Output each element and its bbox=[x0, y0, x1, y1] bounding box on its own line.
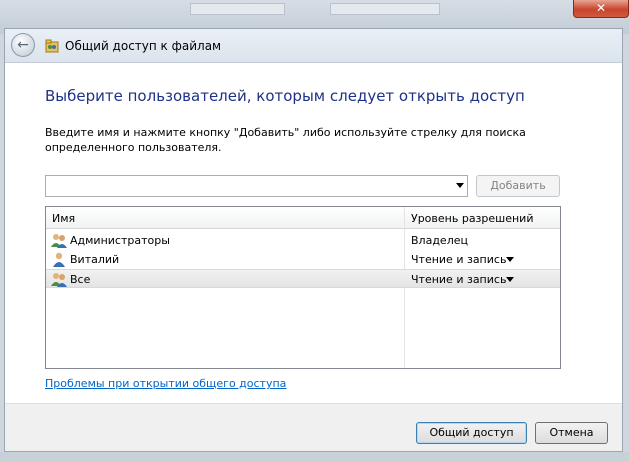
users-permissions-list[interactable]: Имя Уровень разрешений Администраторы Вл… bbox=[45, 206, 561, 369]
column-header-permission[interactable]: Уровень разрешений bbox=[411, 212, 533, 225]
chevron-down-icon[interactable] bbox=[456, 183, 464, 188]
chevron-down-icon[interactable] bbox=[506, 277, 514, 282]
close-icon: ✕ bbox=[595, 1, 607, 15]
sharing-help-link[interactable]: Проблемы при открытии общего доступа bbox=[45, 377, 286, 390]
list-item-administrators[interactable]: Администраторы Владелец bbox=[46, 231, 560, 250]
page-heading: Выберите пользователей, которым следует … bbox=[45, 87, 525, 105]
dialog-title: Общий доступ к файлам bbox=[65, 39, 222, 53]
share-folder-icon bbox=[45, 39, 59, 53]
dialog-titlebar: ← Общий доступ к файлам bbox=[5, 29, 622, 63]
permission-level: Владелец bbox=[411, 234, 468, 247]
background-tab bbox=[190, 3, 285, 15]
cancel-button[interactable]: Отмена bbox=[535, 422, 608, 444]
background-tab bbox=[330, 3, 440, 15]
user-name-combobox[interactable] bbox=[45, 175, 468, 197]
share-button[interactable]: Общий доступ bbox=[416, 422, 527, 444]
chevron-down-icon[interactable] bbox=[506, 257, 514, 262]
dialog-footer: Общий доступ Отмена bbox=[5, 403, 622, 451]
group-icon bbox=[51, 234, 67, 248]
column-header-name[interactable]: Имя bbox=[52, 212, 75, 225]
back-button[interactable]: ← bbox=[11, 33, 35, 57]
instruction-text: Введите имя и нажмите кнопку "Добавить" … bbox=[45, 126, 526, 154]
permission-level[interactable]: Чтение и запись bbox=[411, 273, 506, 286]
list-item-vitaliy[interactable]: Виталий Чтение и запись bbox=[46, 250, 560, 269]
list-item-name: Виталий bbox=[70, 253, 120, 266]
group-icon bbox=[51, 273, 67, 287]
list-item-name: Все bbox=[70, 273, 91, 286]
list-item-everyone[interactable]: Все Чтение и запись bbox=[46, 269, 560, 288]
add-button[interactable]: Добавить bbox=[476, 175, 560, 197]
back-arrow-icon: ← bbox=[17, 37, 29, 53]
share-dialog: ← Общий доступ к файлам Выберите пользов… bbox=[4, 28, 623, 452]
list-item-name: Администраторы bbox=[70, 234, 170, 247]
user-icon bbox=[53, 252, 65, 267]
close-button[interactable]: ✕ bbox=[573, 0, 629, 18]
background-taskbar bbox=[0, 452, 629, 462]
permission-level[interactable]: Чтение и запись bbox=[411, 253, 506, 266]
list-header: Имя Уровень разрешений bbox=[46, 207, 560, 229]
